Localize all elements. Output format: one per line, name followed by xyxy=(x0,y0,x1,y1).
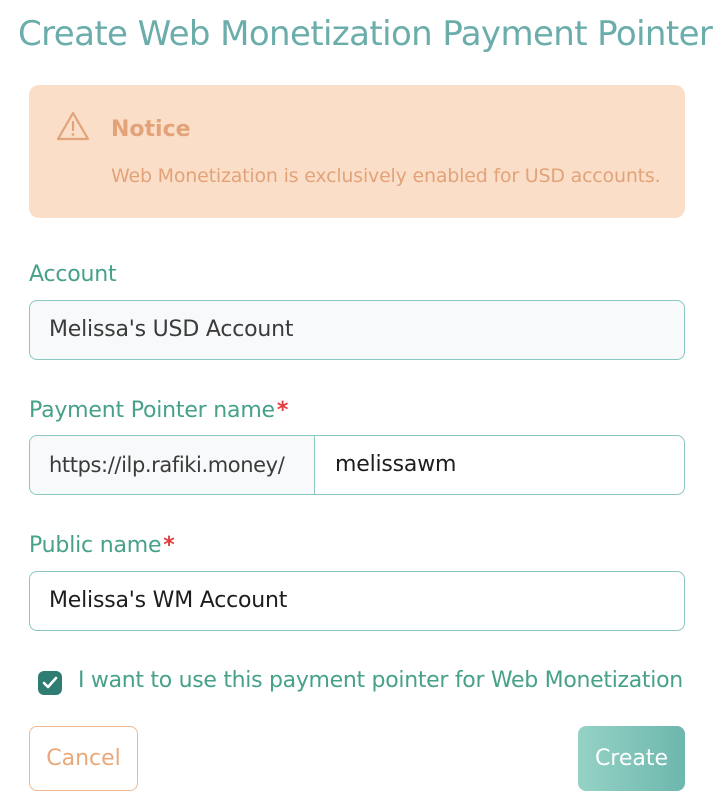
notice-title: Notice xyxy=(111,117,191,142)
create-payment-pointer-page: Create Web Monetization Payment Pointer … xyxy=(0,0,714,809)
public-name-value: Melissa's WM Account xyxy=(49,588,288,613)
warning-triangle-icon xyxy=(56,111,90,141)
payment-pointer-prefix-text: https://ilp.rafiki.money/ xyxy=(49,453,285,477)
account-select[interactable]: Melissa's USD Account xyxy=(29,300,685,360)
payment-pointer-input[interactable]: melissawm xyxy=(335,436,456,494)
payment-pointer-prefix: https://ilp.rafiki.money/ xyxy=(30,436,315,494)
web-monetization-checkbox-label[interactable]: I want to use this payment pointer for W… xyxy=(78,668,683,693)
checkmark-icon xyxy=(42,676,58,689)
public-name-input[interactable]: Melissa's WM Account xyxy=(29,571,685,631)
public-name-label: Public name* xyxy=(29,533,175,558)
required-marker: * xyxy=(276,398,289,423)
create-button[interactable]: Create xyxy=(578,726,685,791)
payment-pointer-label-text: Payment Pointer name xyxy=(29,398,275,423)
account-label: Account xyxy=(29,262,117,287)
payment-pointer-field: https://ilp.rafiki.money/ melissawm xyxy=(29,435,685,495)
page-title: Create Web Monetization Payment Pointer xyxy=(18,14,713,54)
required-marker: * xyxy=(163,533,175,558)
payment-pointer-label: Payment Pointer name* xyxy=(29,398,288,423)
cancel-button[interactable]: Cancel xyxy=(29,726,138,791)
web-monetization-checkbox[interactable] xyxy=(38,671,62,695)
notice-message: Web Monetization is exclusively enabled … xyxy=(111,165,661,187)
notice-banner xyxy=(29,85,685,218)
public-name-label-text: Public name xyxy=(29,533,162,558)
account-value: Melissa's USD Account xyxy=(49,317,294,342)
